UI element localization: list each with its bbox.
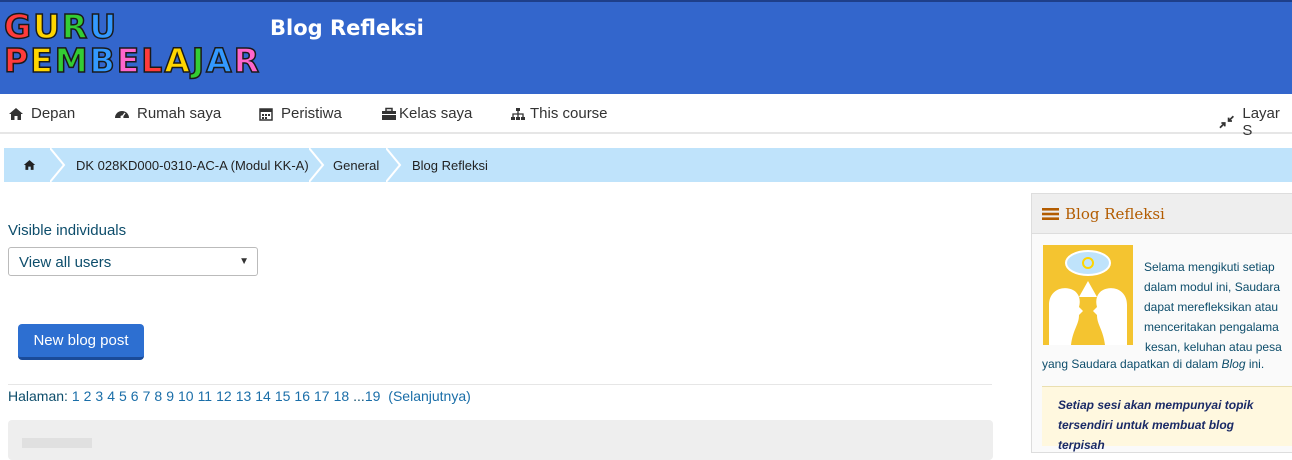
paging-ellipsis: ... <box>353 388 365 404</box>
block-title: Blog Refleksi <box>1065 204 1165 223</box>
block-text-tail-after: ini. <box>1245 357 1265 371</box>
breadcrumb-item-current: Blog Refleksi <box>412 157 488 173</box>
site-header: GURU PEMBELAJAR Blog Refleksi <box>0 0 1292 94</box>
page-link[interactable]: 8 <box>154 388 162 404</box>
breadcrumb-separator <box>50 148 66 182</box>
select-value: View all users <box>19 254 112 271</box>
page-link[interactable]: 10 <box>178 388 194 404</box>
block-text-line: dapat merefleksikan atau <box>1144 300 1279 314</box>
logo-line-2: PEMBELAJAR <box>3 41 262 80</box>
home-icon <box>23 160 35 170</box>
page-link[interactable]: 6 <box>131 388 139 404</box>
page-link[interactable]: 14 <box>255 388 271 404</box>
breadcrumb: DK 028KD000-0310-AC-A (Modul KK-A) Gener… <box>4 148 1292 182</box>
blog-emphasis: Blog <box>1221 357 1246 371</box>
nav-item-rumah-saya[interactable]: Rumah saya <box>114 105 221 122</box>
breadcrumb-separator <box>309 148 325 182</box>
nav-item-peristiwa[interactable]: Peristiwa <box>258 105 342 122</box>
nav-item-label: Rumah saya <box>137 105 222 122</box>
page-link[interactable]: 17 <box>314 388 330 404</box>
page-link[interactable]: 5 <box>119 388 127 404</box>
breadcrumb-item-course[interactable]: DK 028KD000-0310-AC-A (Modul KK-A) <box>76 148 309 182</box>
sitemap-icon <box>511 107 525 120</box>
page-link[interactable]: 9 <box>166 388 174 404</box>
breadcrumb-separator <box>386 148 402 182</box>
nav-item-kelas-saya[interactable]: Kelas saya <box>381 105 472 122</box>
note-line: Setiap sesi akan mempunyai topik <box>1058 398 1254 412</box>
divider <box>8 384 992 385</box>
note-line: terpisah <box>1058 438 1105 452</box>
fullscreen-toggle[interactable]: Layar S <box>1219 105 1292 139</box>
page-link[interactable]: 16 <box>294 388 310 404</box>
post-avatar-placeholder <box>22 438 92 448</box>
breadcrumb-home[interactable] <box>4 148 54 182</box>
next-page-link[interactable]: (Selanjutnya) <box>388 388 471 404</box>
block-text-tail-before: yang Saudara dapatkan di dalam <box>1042 357 1222 371</box>
topic-note: Setiap sesi akan mempunyai topik tersend… <box>1042 386 1292 452</box>
block-text-line: dalam modul ini, Saudara <box>1144 280 1281 294</box>
dashboard-icon <box>115 110 129 118</box>
block-header: Blog Refleksi <box>1032 194 1292 234</box>
caret-down-icon: ▼ <box>239 256 249 267</box>
bars-icon[interactable] <box>1042 207 1059 221</box>
block-description-tail: yang Saudara dapatkan di dalam Blog ini. <box>1042 357 1264 371</box>
nav-item-label: Kelas saya <box>399 105 473 122</box>
pagination: Halaman: 1 2 3 4 5 6 7 8 9 10 11 12 13 14 15 16 17 18 ...1… <box>8 388 475 404</box>
logo-line-1: GURU <box>3 7 119 46</box>
page-link[interactable]: 4 <box>107 388 115 404</box>
page-link[interactable]: 3 <box>95 388 103 404</box>
note-line: tersendiri untuk membuat blog <box>1058 418 1235 432</box>
page-link[interactable]: 11 <box>198 388 213 404</box>
home-icon <box>9 107 23 120</box>
new-blog-post-button[interactable]: New blog post <box>18 324 144 360</box>
nav-item-this-course[interactable]: This course <box>510 105 608 122</box>
page-link[interactable]: 12 <box>216 388 232 404</box>
guru-pembelajar-logo[interactable]: GURU PEMBELAJAR <box>3 7 262 82</box>
page-links: 1 2 3 4 5 6 7 8 9 10 11 12 13 14 15 16 17 18 <box>72 388 353 404</box>
page-link[interactable]: 18 <box>334 388 350 404</box>
page-link-last[interactable]: 19 <box>365 388 381 404</box>
page-link[interactable]: 15 <box>275 388 291 404</box>
site-title: Blog Refleksi <box>270 16 424 40</box>
block-description: Selama mengikuti setiap dalam modul ini,… <box>1144 257 1292 357</box>
nav-item-depan[interactable]: Depan <box>8 105 75 122</box>
paging-prefix: Halaman: <box>8 388 68 404</box>
briefcase-icon <box>382 107 396 120</box>
block-text-line: menceritakan pengalama <box>1144 320 1279 334</box>
visible-individuals-select[interactable]: View all users ▼ <box>8 247 258 276</box>
visible-individuals-label: Visible individuals <box>8 222 127 239</box>
page-link[interactable]: 7 <box>143 388 151 404</box>
block-text-line: kesan, keluhan atau pesa <box>1145 340 1282 354</box>
breadcrumb-item-general[interactable]: General <box>333 148 379 182</box>
nav-item-label: Peristiwa <box>281 105 342 122</box>
calendar-icon <box>259 107 273 121</box>
compress-icon <box>1219 115 1235 129</box>
fullscreen-label: Layar S <box>1242 105 1280 139</box>
block-text-line: Selama mengikuti setiap <box>1144 260 1275 274</box>
main-navbar: Depan Rumah saya Peristiwa Kelas saya Th… <box>0 94 1292 139</box>
page-link[interactable]: 13 <box>236 388 252 404</box>
reflection-heads-icon <box>1043 245 1133 345</box>
page-link[interactable]: 1 <box>72 388 80 404</box>
nav-item-label: This course <box>530 105 608 122</box>
page-link[interactable]: 2 <box>84 388 92 404</box>
nav-item-label: Depan <box>31 105 76 122</box>
blog-post-entry <box>8 420 993 460</box>
